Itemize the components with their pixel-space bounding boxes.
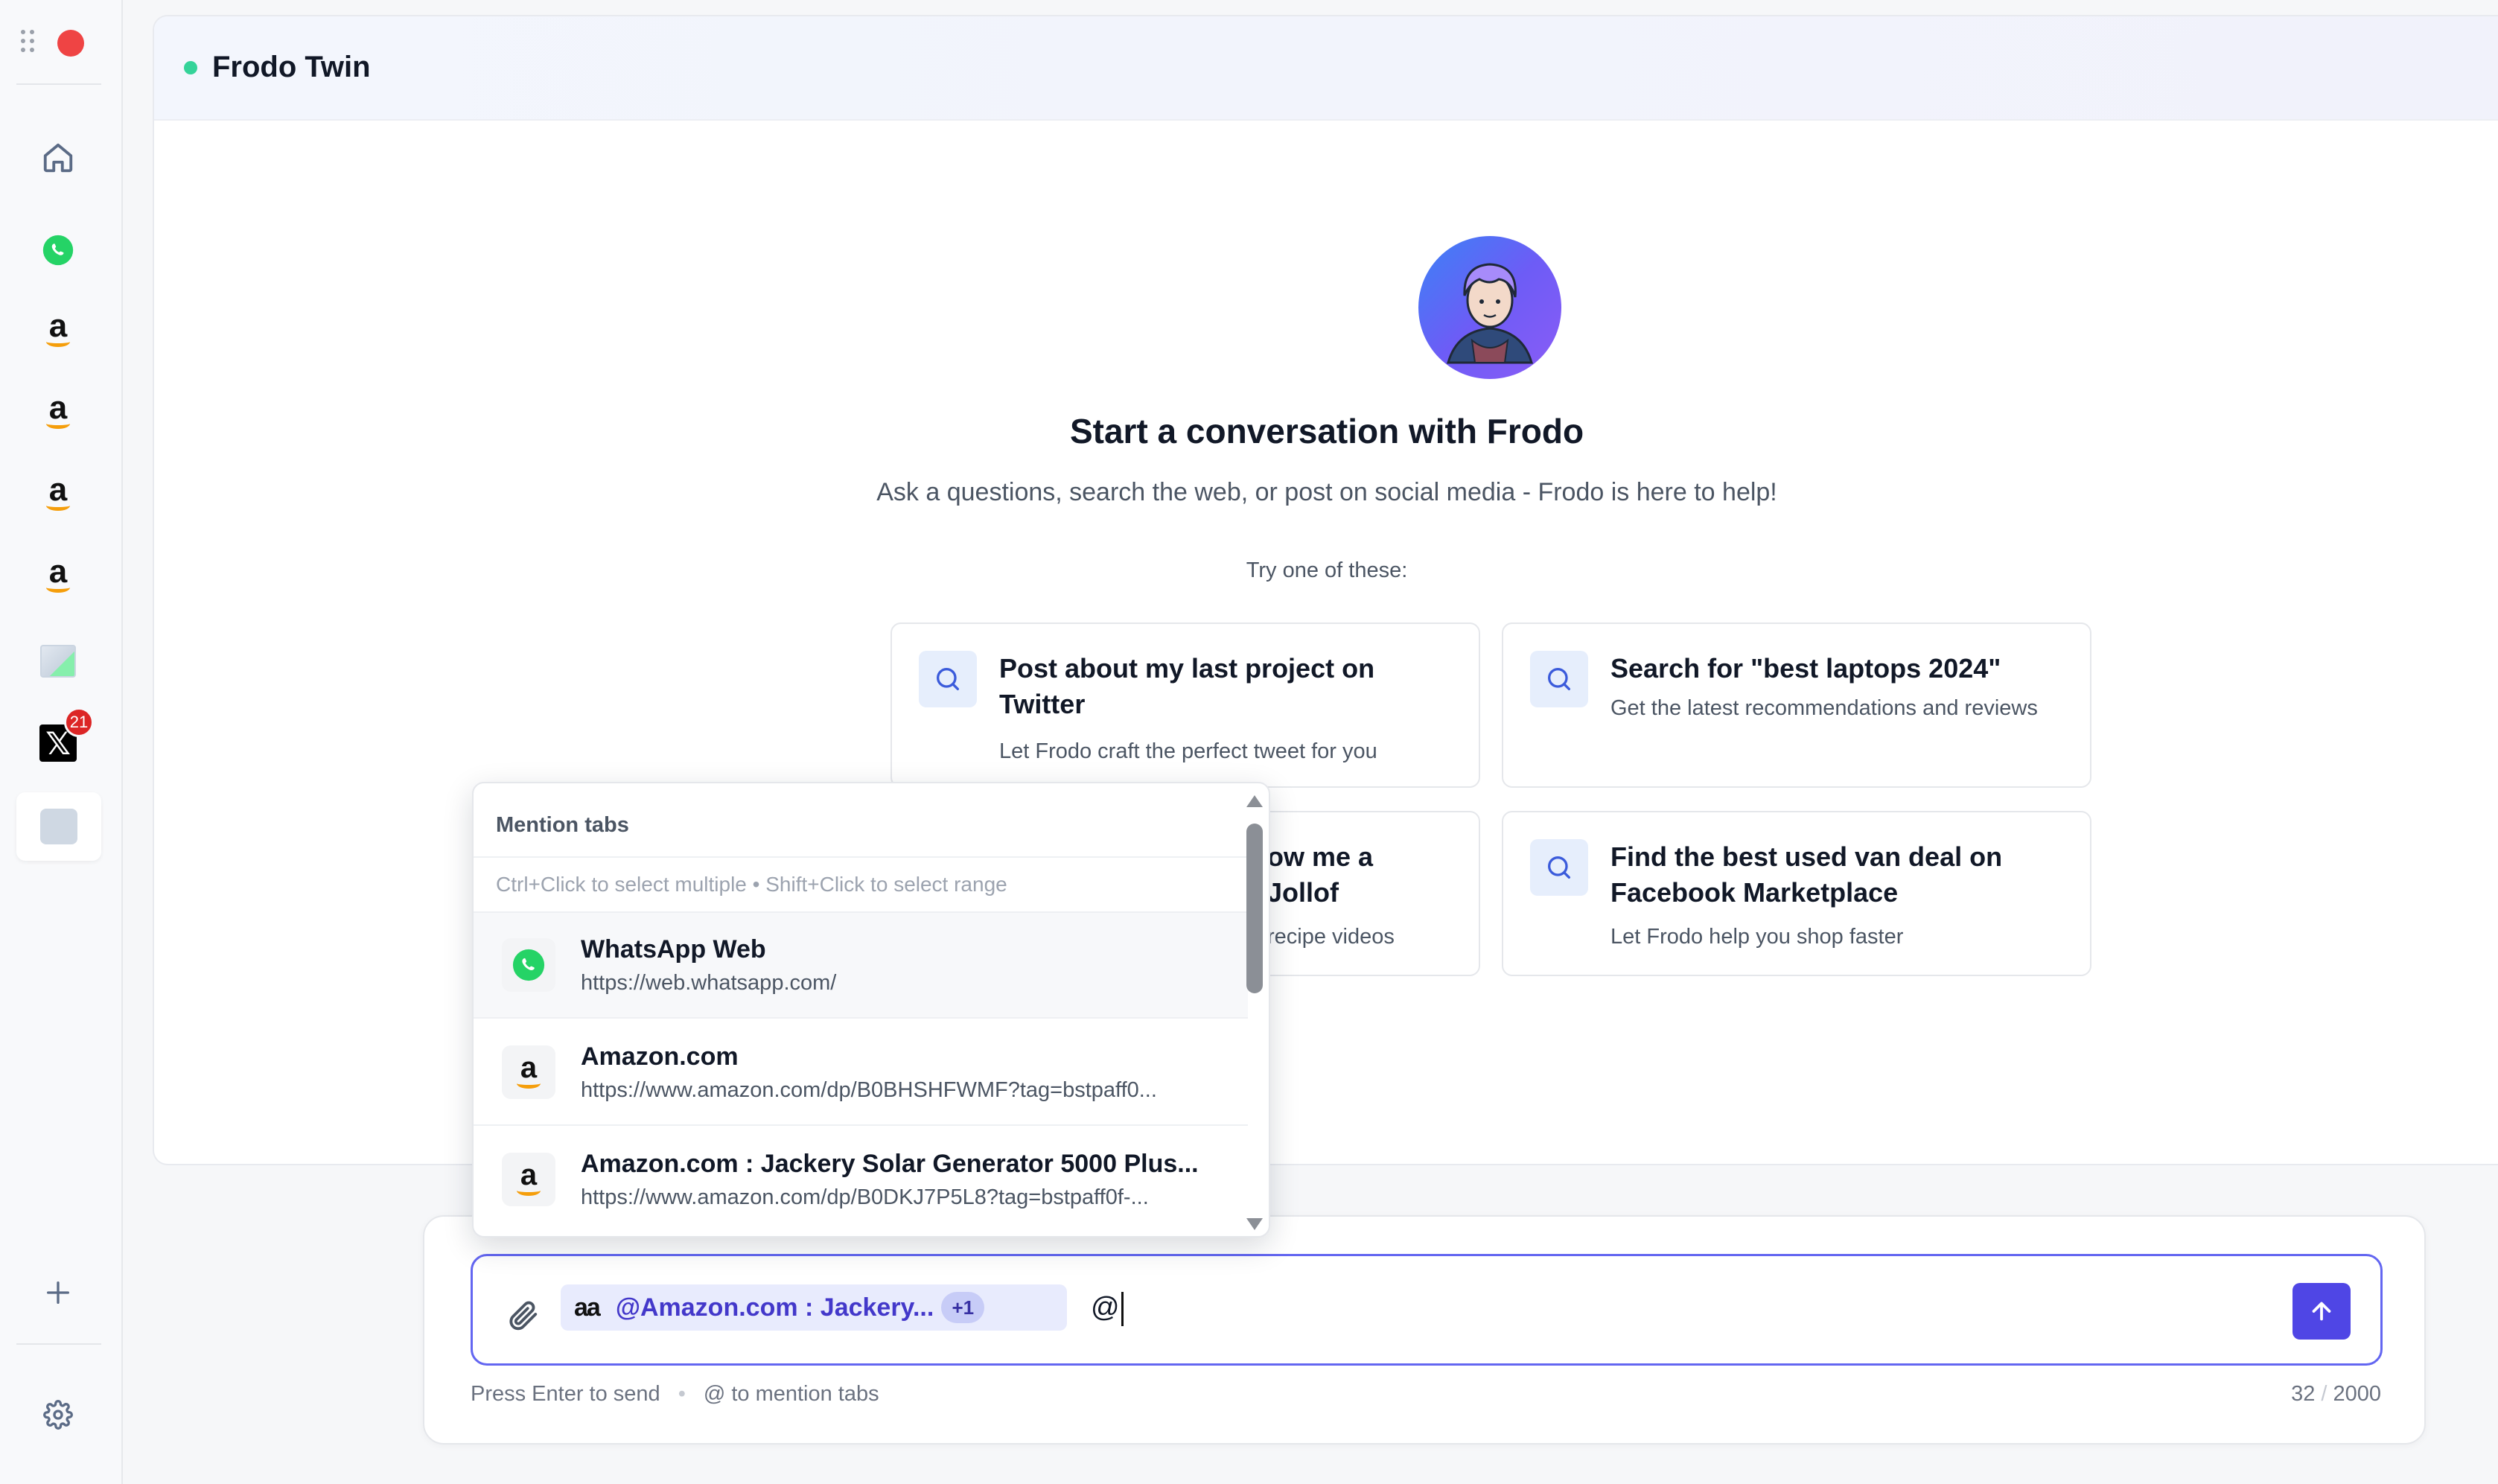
sidebar-item-amazon-1[interactable]: a bbox=[34, 307, 82, 354]
settings-button[interactable] bbox=[34, 1391, 82, 1439]
send-button[interactable] bbox=[2293, 1283, 2351, 1340]
image-icon bbox=[40, 645, 76, 678]
drag-handle-icon[interactable] bbox=[21, 30, 37, 52]
suggestions-label: Try one of these: bbox=[1246, 558, 1408, 582]
home-icon bbox=[43, 143, 73, 173]
sidebar-item-blank-tab[interactable] bbox=[16, 792, 101, 861]
mention-item-title: WhatsApp Web bbox=[581, 935, 766, 964]
mention-dropdown: Mention tabs Ctrl+Click to select multip… bbox=[472, 782, 1270, 1238]
amazon-icon: a bbox=[42, 474, 74, 515]
suggestion-card-laptops[interactable]: Search for "best laptops 2024" Get the l… bbox=[1502, 622, 2091, 788]
search-icon bbox=[1530, 839, 1588, 896]
suggestion-card-van[interactable]: Find the best used van deal on Facebook … bbox=[1502, 811, 2091, 976]
whatsapp-icon bbox=[502, 938, 555, 992]
arrow-up-icon bbox=[2312, 1302, 2331, 1321]
scroll-up-icon[interactable] bbox=[1246, 795, 1263, 807]
plus-icon bbox=[47, 1281, 70, 1304]
suggestion-desc: recipe videos bbox=[1267, 925, 1395, 949]
page-title: Frodo Twin bbox=[212, 51, 371, 83]
gear-icon bbox=[43, 1400, 73, 1430]
sidebar-item-broken-image[interactable] bbox=[34, 637, 82, 685]
sidebar-item-whatsapp[interactable] bbox=[34, 226, 82, 274]
add-tab-button[interactable] bbox=[34, 1269, 82, 1316]
hint-mention: @ to mention tabs bbox=[703, 1382, 879, 1406]
hint-separator: • bbox=[678, 1382, 686, 1406]
sidebar-item-amazon-2[interactable]: a bbox=[34, 389, 82, 436]
suggestion-title: Search for "best laptops 2024" bbox=[1610, 653, 2001, 684]
mention-item-amazon-jackery[interactable]: a Amazon.com : Jackery Solar Generator 5… bbox=[474, 1127, 1248, 1233]
mention-item-whatsapp[interactable]: WhatsApp Web https://web.whatsapp.com/ bbox=[474, 913, 1248, 1019]
notification-badge: 21 bbox=[64, 707, 94, 737]
mention-chip[interactable]: aa @Amazon.com : Jackery... +1 bbox=[561, 1284, 1067, 1331]
message-input[interactable]: aa @Amazon.com : Jackery... +1 @ bbox=[471, 1254, 2383, 1366]
mention-chip-count: +1 bbox=[941, 1292, 985, 1323]
amazon-icon: a bbox=[42, 310, 74, 351]
frodo-avatar bbox=[1418, 236, 1561, 379]
char-counter: 32/2000 bbox=[2291, 1382, 2381, 1406]
mention-item-amazon[interactable]: aaa Amazon.com https://www.amazon.com/dp… bbox=[474, 1020, 1248, 1126]
frodo-portrait-icon bbox=[1447, 263, 1533, 364]
suggestion-desc: Let Frodo help you shop faster bbox=[1610, 925, 1904, 949]
mention-scrollbar[interactable] bbox=[1245, 791, 1264, 1232]
amazon-icon: aa bbox=[574, 1293, 601, 1322]
amazon-icon: a bbox=[502, 1153, 555, 1206]
typed-text: @ bbox=[1091, 1292, 1124, 1326]
suggestion-title: Find the best used van deal on Facebook … bbox=[1610, 841, 2003, 908]
hint-send: Press Enter to send bbox=[471, 1382, 660, 1406]
amazon-icon: a bbox=[42, 555, 74, 597]
mention-chip-label: @Amazon.com : Jackery... bbox=[615, 1293, 934, 1322]
search-icon bbox=[1530, 651, 1588, 707]
sidebar: a a a a 𝕏 21 bbox=[0, 0, 123, 1484]
scroll-down-icon[interactable] bbox=[1246, 1218, 1263, 1230]
amazon-icon: a bbox=[42, 392, 74, 433]
mention-item-url: https://www.amazon.com/dp/B0BHSHFWMF?tag… bbox=[581, 1078, 1157, 1102]
suggestion-desc: Get the latest recommendations and revie… bbox=[1610, 696, 2038, 720]
sidebar-item-home[interactable] bbox=[34, 134, 82, 182]
online-status-dot bbox=[184, 61, 197, 74]
sidebar-divider bbox=[16, 83, 101, 85]
mention-item-title: Amazon.com bbox=[581, 1042, 739, 1071]
amazon-icon: aaa bbox=[502, 1045, 555, 1099]
sidebar-divider bbox=[16, 1343, 101, 1345]
scroll-thumb[interactable] bbox=[1246, 824, 1263, 993]
tab-icon bbox=[40, 809, 77, 844]
close-window-button[interactable] bbox=[57, 30, 84, 57]
mention-hint-row: Ctrl+Click to select multiple • Shift+Cl… bbox=[474, 856, 1248, 913]
suggestion-desc: Let Frodo craft the perfect tweet for yo… bbox=[999, 739, 1377, 763]
whatsapp-icon bbox=[42, 235, 74, 266]
mention-item-title: Amazon.com : Jackery Solar Generator 500… bbox=[581, 1150, 1199, 1178]
mention-hint: Ctrl+Click to select multiple • Shift+Cl… bbox=[496, 873, 1007, 896]
sidebar-item-amazon-3[interactable]: a bbox=[34, 471, 82, 518]
welcome-subtitle: Ask a questions, search the web, or post… bbox=[876, 478, 1777, 506]
suggestion-title: ow me a Jollof bbox=[1267, 841, 1374, 908]
mention-item-url: https://web.whatsapp.com/ bbox=[581, 971, 837, 995]
composer-hints: Press Enter to send • @ to mention tabs bbox=[471, 1382, 879, 1407]
sidebar-item-x[interactable]: 𝕏 21 bbox=[34, 707, 94, 767]
sidebar-item-amazon-4[interactable]: a bbox=[34, 552, 82, 600]
suggestion-card-twitter[interactable]: Post about my last project on Twitter Le… bbox=[890, 622, 1480, 788]
composer: aa @Amazon.com : Jackery... +1 @ Press E… bbox=[423, 1215, 2426, 1445]
text-caret bbox=[1121, 1292, 1124, 1326]
mention-item-url: https://www.amazon.com/dp/B0DKJ7P5L8?tag… bbox=[581, 1185, 1149, 1209]
mention-dropdown-title: Mention tabs bbox=[496, 813, 629, 837]
welcome-title: Start a conversation with Frodo bbox=[1069, 412, 1584, 450]
search-icon bbox=[919, 651, 977, 707]
paperclip-icon[interactable] bbox=[506, 1298, 540, 1332]
suggestion-title: Post about my last project on Twitter bbox=[999, 653, 1375, 719]
chat-header: Frodo Twin bbox=[154, 16, 2498, 121]
